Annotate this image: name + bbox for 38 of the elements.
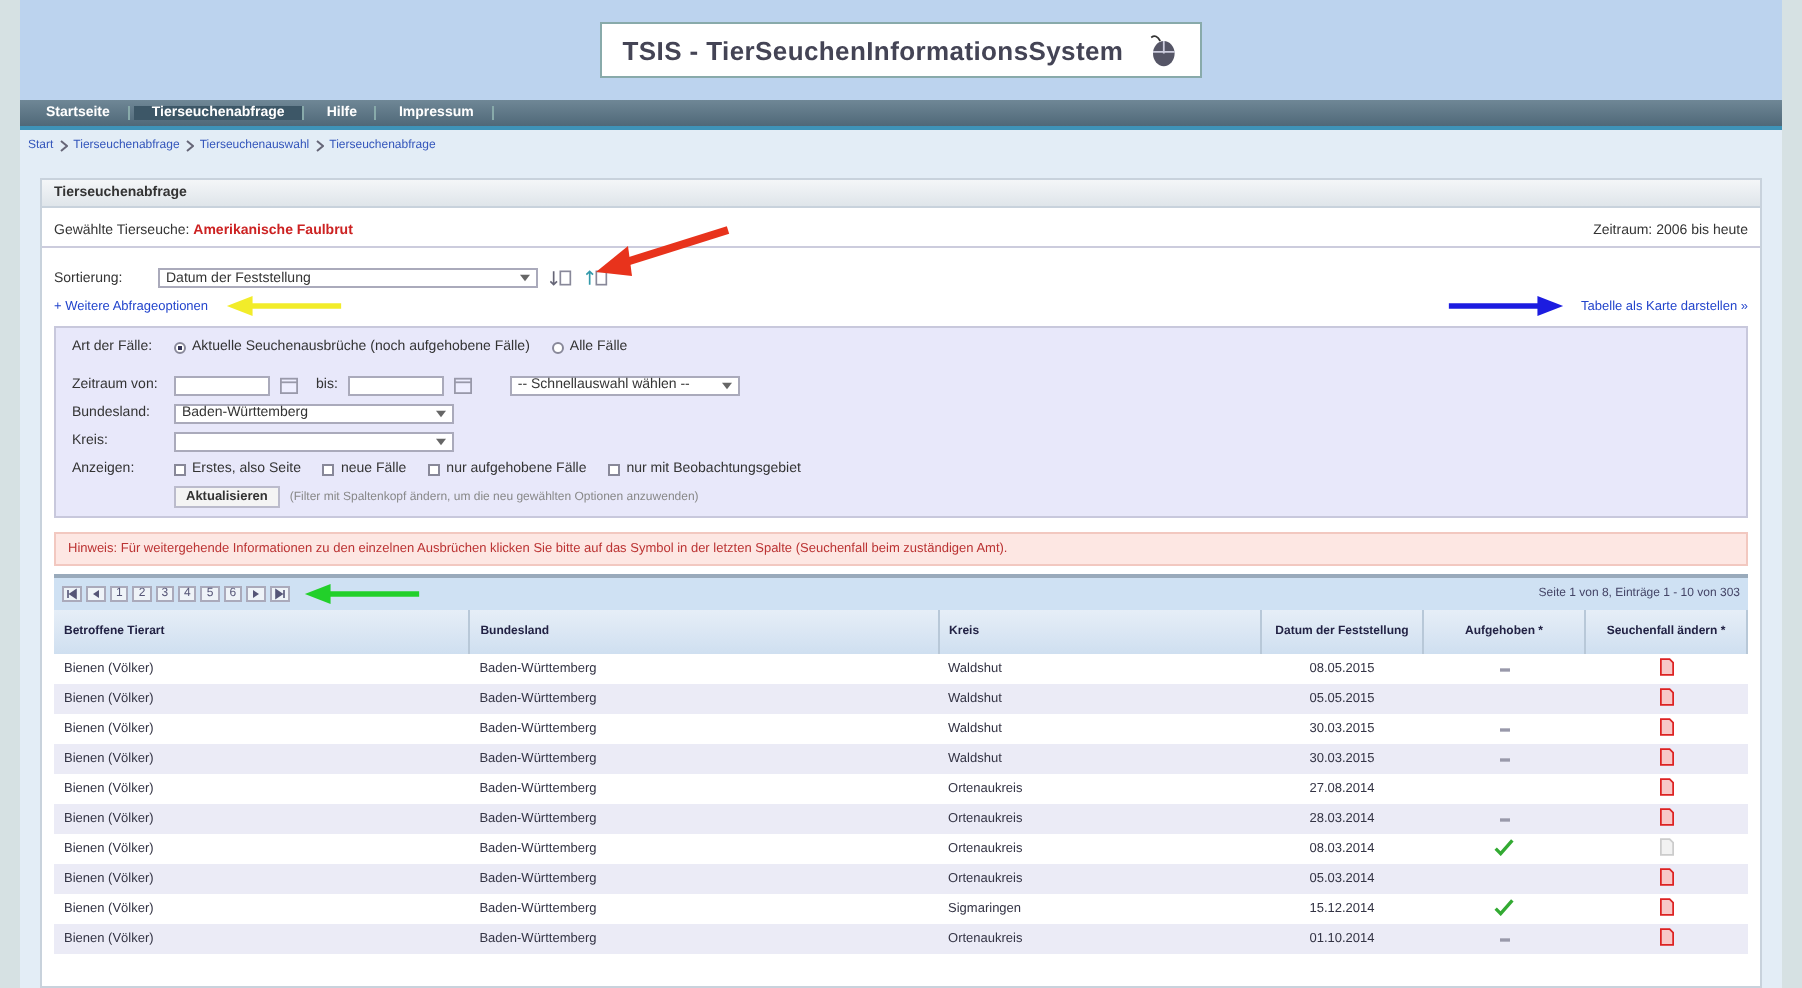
site-logo[interactable]: TSIS - TierSeuchenInformationsSystem xyxy=(600,22,1202,78)
checkbox[interactable] xyxy=(174,463,186,475)
calendar-icon[interactable] xyxy=(453,376,472,394)
checkbox[interactable] xyxy=(608,463,621,475)
document-icon[interactable] xyxy=(1659,748,1673,766)
document-icon[interactable] xyxy=(1659,868,1673,886)
document-icon[interactable] xyxy=(1659,718,1673,736)
sort-descending-icon[interactable] xyxy=(586,268,610,288)
chevron-icon xyxy=(185,140,194,152)
caret-icon xyxy=(436,409,446,417)
previous-page-button[interactable] xyxy=(86,586,106,602)
date-field[interactable] xyxy=(174,375,270,395)
radio-button[interactable] xyxy=(174,341,186,353)
pointer-arrow xyxy=(1445,296,1566,316)
radio-button[interactable] xyxy=(551,341,564,353)
chevron-icon xyxy=(315,140,324,152)
chevron-icon xyxy=(59,140,68,152)
caret-icon xyxy=(436,437,446,445)
date-field[interactable] xyxy=(347,375,444,395)
site-title: TSIS - TierSeuchenInformationsSystem xyxy=(622,35,1124,65)
pointer-arrow xyxy=(302,584,423,604)
sort-ascending-icon[interactable] xyxy=(550,268,574,288)
last-page-button[interactable] xyxy=(270,586,291,602)
document-icon[interactable] xyxy=(1659,658,1673,676)
caret-icon xyxy=(721,381,732,389)
checkbox[interactable] xyxy=(428,463,441,475)
document-icon[interactable] xyxy=(1659,928,1673,946)
district-select[interactable] xyxy=(174,431,454,451)
document-icon[interactable] xyxy=(1659,808,1673,826)
calendar-icon[interactable] xyxy=(280,376,298,394)
document-icon[interactable] xyxy=(1659,898,1673,916)
document-icon[interactable] xyxy=(1659,778,1673,796)
first-page-button[interactable] xyxy=(62,586,82,602)
document-icon[interactable] xyxy=(1659,688,1673,706)
checkbox[interactable] xyxy=(322,463,335,475)
pointer-arrow xyxy=(224,296,345,316)
caret-icon xyxy=(520,274,530,282)
next-page-button[interactable] xyxy=(246,586,267,602)
